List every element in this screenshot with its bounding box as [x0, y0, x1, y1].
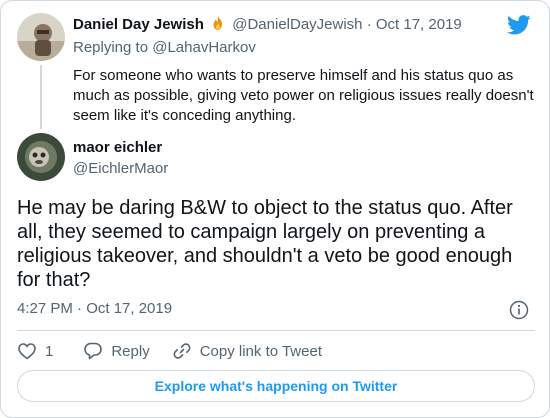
main-author-avatar[interactable] — [17, 133, 65, 181]
main-tweet-timestamp[interactable]: 4:27 PM · Oct 17, 2019 — [17, 300, 172, 317]
reply-bubble-icon — [84, 342, 103, 360]
parent-tweet-date[interactable]: Oct 17, 2019 — [376, 16, 462, 33]
replying-to-mention[interactable]: @LahavHarkov — [152, 39, 256, 56]
parent-author-handle[interactable]: @DanielDayJewish — [232, 16, 362, 33]
reply-button[interactable]: Reply — [83, 341, 150, 361]
action-divider — [17, 330, 535, 331]
tweet-actions: 1 Reply Copy link to Tweet — [17, 341, 322, 361]
main-tweet-text: He may be daring B&W to object to the st… — [17, 197, 513, 291]
thread-connector-line — [40, 65, 42, 129]
fire-icon — [210, 15, 226, 31]
main-author-name[interactable]: maor eichler — [73, 139, 162, 156]
header-separator: · — [366, 16, 372, 33]
twitter-bird-icon[interactable] — [506, 15, 531, 35]
copy-link-label: Copy link to Tweet — [199, 342, 322, 360]
replying-to-line: Replying to @LahavHarkov — [73, 39, 256, 56]
parent-author-name[interactable]: Daniel Day Jewish — [73, 16, 204, 33]
info-icon[interactable] — [509, 300, 529, 320]
parent-tweet-text: For someone who wants to preserve himsel… — [73, 67, 534, 124]
link-icon — [173, 343, 191, 359]
parent-tweet-header: Daniel Day Jewish @DanielDayJewish · Oct… — [73, 15, 462, 33]
heart-icon — [18, 343, 36, 360]
main-author-handle[interactable]: @EichlerMaor — [73, 160, 168, 177]
like-count: 1 — [45, 342, 54, 360]
copy-link-button[interactable]: Copy link to Tweet — [172, 341, 322, 361]
parent-author-avatar[interactable] — [17, 13, 65, 61]
tweet-embed-card: Daniel Day Jewish @DanielDayJewish · Oct… — [0, 0, 550, 418]
replying-prefix: Replying to — [73, 39, 149, 56]
explore-twitter-button[interactable]: Explore what's happening on Twitter — [17, 370, 535, 402]
reply-label: Reply — [111, 342, 150, 360]
like-button[interactable]: 1 — [17, 341, 53, 361]
